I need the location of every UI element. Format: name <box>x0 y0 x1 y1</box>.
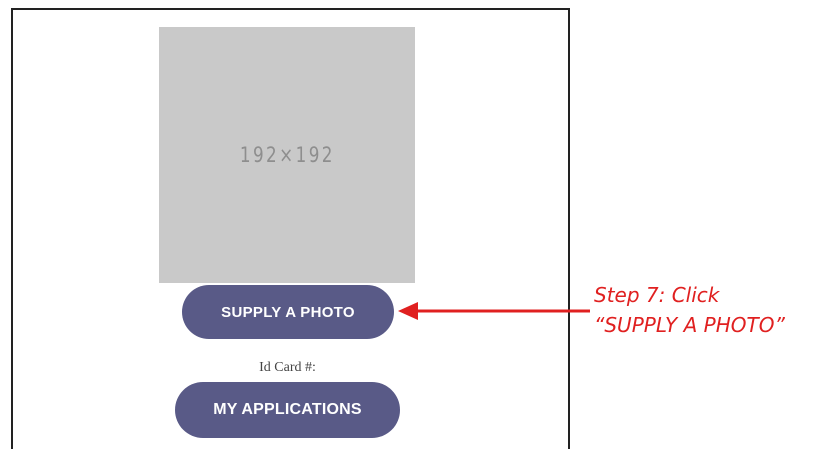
my-applications-button[interactable]: MY APPLICATIONS <box>175 382 400 438</box>
instruction-callout: Step 7: Click “SUPPLY A PHOTO” <box>594 280 785 340</box>
profile-photo-placeholder: 192×192 <box>159 27 415 283</box>
callout-line-1: Step 7: Click <box>594 283 720 307</box>
screenshot-stage: 192×192 SUPPLY A PHOTO Id Card #: MY APP… <box>0 0 815 449</box>
id-card-label: Id Card #: <box>259 360 316 375</box>
callout-line-2: “SUPPLY A PHOTO” <box>594 313 785 337</box>
placeholder-size-text: 192×192 <box>239 143 335 167</box>
supply-photo-button[interactable]: SUPPLY A PHOTO <box>182 285 394 339</box>
